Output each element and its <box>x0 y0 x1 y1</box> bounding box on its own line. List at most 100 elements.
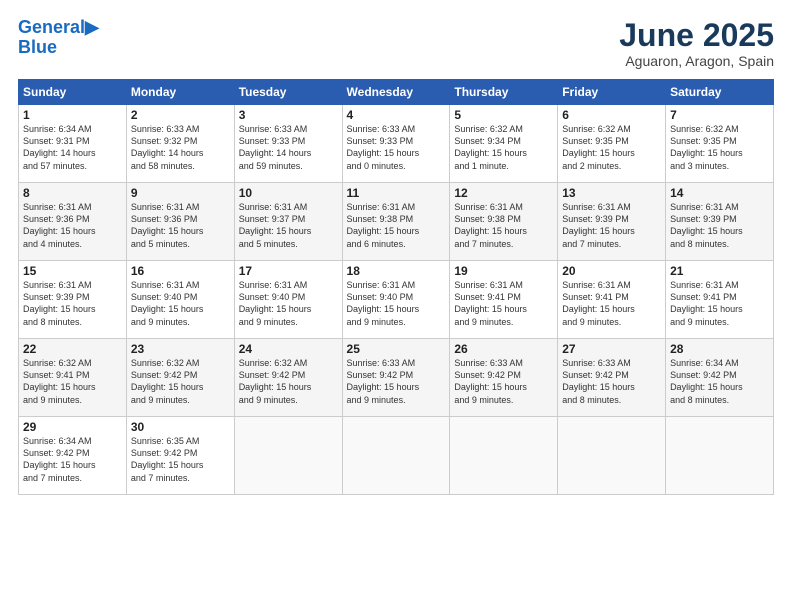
day-number: 6 <box>562 108 661 122</box>
logo-line1: General <box>18 17 85 37</box>
cell-info: Sunrise: 6:32 AMSunset: 9:42 PMDaylight:… <box>131 358 204 404</box>
table-cell: 4Sunrise: 6:33 AMSunset: 9:33 PMDaylight… <box>342 105 450 183</box>
cell-info: Sunrise: 6:33 AMSunset: 9:32 PMDaylight:… <box>131 124 204 170</box>
header: General▶ Blue June 2025 Aguaron, Aragon,… <box>18 18 774 69</box>
col-friday: Friday <box>558 80 666 105</box>
day-number: 28 <box>670 342 769 356</box>
calendar-body: 1Sunrise: 6:34 AMSunset: 9:31 PMDaylight… <box>19 105 774 495</box>
cell-info: Sunrise: 6:33 AMSunset: 9:42 PMDaylight:… <box>562 358 635 404</box>
col-saturday: Saturday <box>666 80 774 105</box>
day-number: 25 <box>347 342 446 356</box>
day-number: 26 <box>454 342 553 356</box>
day-number: 19 <box>454 264 553 278</box>
table-cell <box>666 417 774 495</box>
calendar-row: 8 Sunrise: 6:31 AMSunset: 9:36 PMDaylight… <box>19 183 774 261</box>
table-cell: 24 Sunrise: 6:32 AMSunset: 9:42 PMDayligh… <box>234 339 342 417</box>
day-number: 11 <box>347 186 446 200</box>
day-number: 13 <box>562 186 661 200</box>
table-cell: 1Sunrise: 6:34 AMSunset: 9:31 PMDaylight… <box>19 105 127 183</box>
table-cell: 12Sunrise: 6:31 AMSunset: 9:38 PMDayligh… <box>450 183 558 261</box>
col-sunday: Sunday <box>19 80 127 105</box>
cell-info: Sunrise: 6:31 AMSunset: 9:36 PMDaylight:… <box>23 202 96 248</box>
col-wednesday: Wednesday <box>342 80 450 105</box>
table-cell: 14 Sunrise: 6:31 AMSunset: 9:39 PMDayligh… <box>666 183 774 261</box>
cell-info: Sunrise: 6:31 AMSunset: 9:41 PMDaylight:… <box>454 280 527 326</box>
table-cell: 29 Sunrise: 6:34 AMSunset: 9:42 PMDayligh… <box>19 417 127 495</box>
day-number: 16 <box>131 264 230 278</box>
calendar-container: General▶ Blue June 2025 Aguaron, Aragon,… <box>0 0 792 612</box>
cell-info: Sunrise: 6:33 AMSunset: 9:42 PMDaylight:… <box>347 358 420 404</box>
day-number: 4 <box>347 108 446 122</box>
cell-info: Sunrise: 6:31 AMSunset: 9:40 PMDaylight:… <box>347 280 420 326</box>
day-number: 8 <box>23 186 122 200</box>
cell-info: Sunrise: 6:31 AMSunset: 9:41 PMDaylight:… <box>562 280 635 326</box>
cell-info: Sunrise: 6:31 AMSunset: 9:39 PMDaylight:… <box>23 280 96 326</box>
col-monday: Monday <box>126 80 234 105</box>
cell-info: Sunrise: 6:31 AMSunset: 9:40 PMDaylight:… <box>131 280 204 326</box>
day-number: 2 <box>131 108 230 122</box>
table-cell: 28Sunrise: 6:34 AMSunset: 9:42 PMDayligh… <box>666 339 774 417</box>
day-number: 20 <box>562 264 661 278</box>
cell-info: Sunrise: 6:33 AMSunset: 9:33 PMDaylight:… <box>239 124 312 170</box>
table-cell: 13 Sunrise: 6:31 AMSunset: 9:39 PMDayligh… <box>558 183 666 261</box>
table-cell: 25 Sunrise: 6:33 AMSunset: 9:42 PMDayligh… <box>342 339 450 417</box>
table-cell: 18 Sunrise: 6:31 AMSunset: 9:40 PMDayligh… <box>342 261 450 339</box>
cell-info: Sunrise: 6:31 AMSunset: 9:37 PMDaylight:… <box>239 202 312 248</box>
day-number: 15 <box>23 264 122 278</box>
col-thursday: Thursday <box>450 80 558 105</box>
calendar-row: 1Sunrise: 6:34 AMSunset: 9:31 PMDaylight… <box>19 105 774 183</box>
table-cell: 16 Sunrise: 6:31 AMSunset: 9:40 PMDayligh… <box>126 261 234 339</box>
table-cell: 8 Sunrise: 6:31 AMSunset: 9:36 PMDaylight… <box>19 183 127 261</box>
calendar-row: 29 Sunrise: 6:34 AMSunset: 9:42 PMDayligh… <box>19 417 774 495</box>
logo-text: General▶ <box>18 18 99 38</box>
cell-info: Sunrise: 6:31 AMSunset: 9:36 PMDaylight:… <box>131 202 204 248</box>
day-number: 30 <box>131 420 230 434</box>
table-cell: 17 Sunrise: 6:31 AMSunset: 9:40 PMDayligh… <box>234 261 342 339</box>
cell-info: Sunrise: 6:34 AMSunset: 9:42 PMDaylight:… <box>23 436 96 482</box>
cell-info: Sunrise: 6:35 AMSunset: 9:42 PMDaylight:… <box>131 436 204 482</box>
location: Aguaron, Aragon, Spain <box>619 53 774 69</box>
day-number: 1 <box>23 108 122 122</box>
table-cell: 11Sunrise: 6:31 AMSunset: 9:38 PMDayligh… <box>342 183 450 261</box>
day-number: 3 <box>239 108 338 122</box>
col-tuesday: Tuesday <box>234 80 342 105</box>
table-cell <box>342 417 450 495</box>
logo-line2: Blue <box>18 38 99 56</box>
table-cell: 9 Sunrise: 6:31 AMSunset: 9:36 PMDaylight… <box>126 183 234 261</box>
day-number: 23 <box>131 342 230 356</box>
cell-info: Sunrise: 6:31 AMSunset: 9:39 PMDaylight:… <box>670 202 743 248</box>
day-number: 29 <box>23 420 122 434</box>
title-block: June 2025 Aguaron, Aragon, Spain <box>619 18 774 69</box>
table-cell: 20 Sunrise: 6:31 AMSunset: 9:41 PMDayligh… <box>558 261 666 339</box>
cell-info: Sunrise: 6:32 AMSunset: 9:41 PMDaylight:… <box>23 358 96 404</box>
header-row: Sunday Monday Tuesday Wednesday Thursday… <box>19 80 774 105</box>
cell-info: Sunrise: 6:32 AMSunset: 9:34 PMDaylight:… <box>454 124 527 170</box>
table-cell: 7Sunrise: 6:32 AMSunset: 9:35 PMDaylight… <box>666 105 774 183</box>
table-cell <box>558 417 666 495</box>
day-number: 18 <box>347 264 446 278</box>
day-number: 14 <box>670 186 769 200</box>
table-cell: 26 Sunrise: 6:33 AMSunset: 9:42 PMDayligh… <box>450 339 558 417</box>
cell-info: Sunrise: 6:31 AMSunset: 9:40 PMDaylight:… <box>239 280 312 326</box>
cell-info: Sunrise: 6:33 AMSunset: 9:42 PMDaylight:… <box>454 358 527 404</box>
table-cell: 27Sunrise: 6:33 AMSunset: 9:42 PMDayligh… <box>558 339 666 417</box>
cell-info: Sunrise: 6:32 AMSunset: 9:35 PMDaylight:… <box>562 124 635 170</box>
table-cell <box>450 417 558 495</box>
table-cell: 23 Sunrise: 6:32 AMSunset: 9:42 PMDayligh… <box>126 339 234 417</box>
cell-info: Sunrise: 6:32 AMSunset: 9:42 PMDaylight:… <box>239 358 312 404</box>
table-cell: 22 Sunrise: 6:32 AMSunset: 9:41 PMDayligh… <box>19 339 127 417</box>
day-number: 21 <box>670 264 769 278</box>
day-number: 7 <box>670 108 769 122</box>
logo-blue: ▶ <box>85 17 99 37</box>
day-number: 24 <box>239 342 338 356</box>
calendar-row: 22 Sunrise: 6:32 AMSunset: 9:41 PMDayligh… <box>19 339 774 417</box>
day-number: 22 <box>23 342 122 356</box>
table-cell: 21Sunrise: 6:31 AMSunset: 9:41 PMDayligh… <box>666 261 774 339</box>
day-number: 5 <box>454 108 553 122</box>
table-cell <box>234 417 342 495</box>
day-number: 9 <box>131 186 230 200</box>
table-cell: 2 Sunrise: 6:33 AMSunset: 9:32 PMDaylight… <box>126 105 234 183</box>
cell-info: Sunrise: 6:31 AMSunset: 9:39 PMDaylight:… <box>562 202 635 248</box>
day-number: 17 <box>239 264 338 278</box>
calendar-row: 15 Sunrise: 6:31 AMSunset: 9:39 PMDayligh… <box>19 261 774 339</box>
